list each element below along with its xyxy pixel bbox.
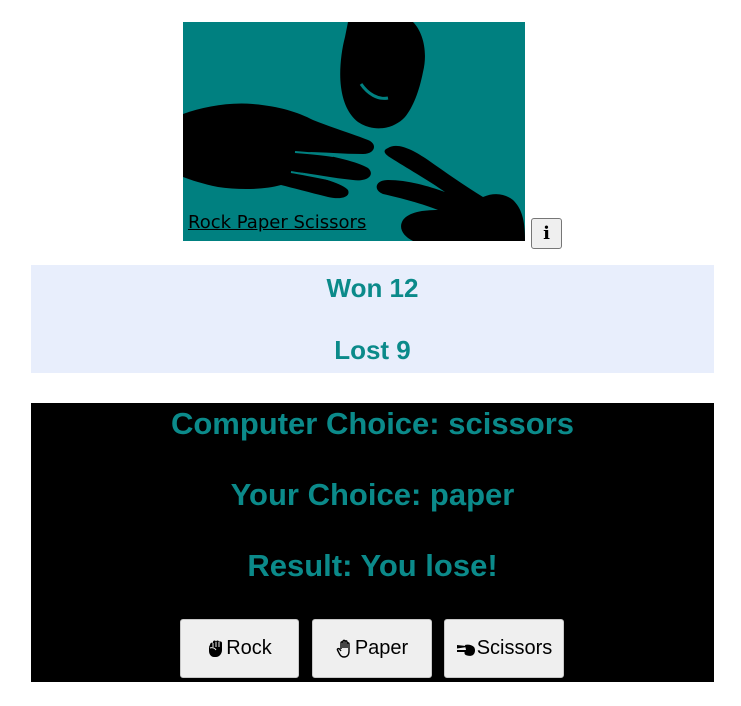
info-button[interactable]: i xyxy=(531,218,562,249)
fist-icon xyxy=(209,640,223,657)
lost-count: Lost 9 xyxy=(334,335,411,365)
result-text: Result: You lose! xyxy=(247,548,498,583)
open-hand-icon xyxy=(336,639,350,658)
victory-hand-icon xyxy=(456,644,475,656)
banner: Rock Paper Scissors xyxy=(183,22,525,241)
computer-choice: Computer Choice: scissors xyxy=(170,406,575,441)
rock-button[interactable]: Rock xyxy=(180,619,299,678)
rock-button-label: Rock xyxy=(226,637,272,659)
scoreboard: Won 12 Lost 9 xyxy=(31,265,714,373)
paper-button[interactable]: Paper xyxy=(312,619,432,678)
scissors-button[interactable]: Scissors xyxy=(444,619,564,678)
paper-button-label: Paper xyxy=(354,637,409,659)
banner-caption: Rock Paper Scissors xyxy=(188,212,367,233)
your-choice: Your Choice: paper xyxy=(230,477,515,512)
rock-paper-scissors-hands-image xyxy=(183,22,525,241)
scissors-button-label: Scissors xyxy=(476,637,553,659)
won-count: Won 12 xyxy=(326,273,419,303)
game-panel: Computer Choice: scissors Your Choice: p… xyxy=(31,403,714,682)
